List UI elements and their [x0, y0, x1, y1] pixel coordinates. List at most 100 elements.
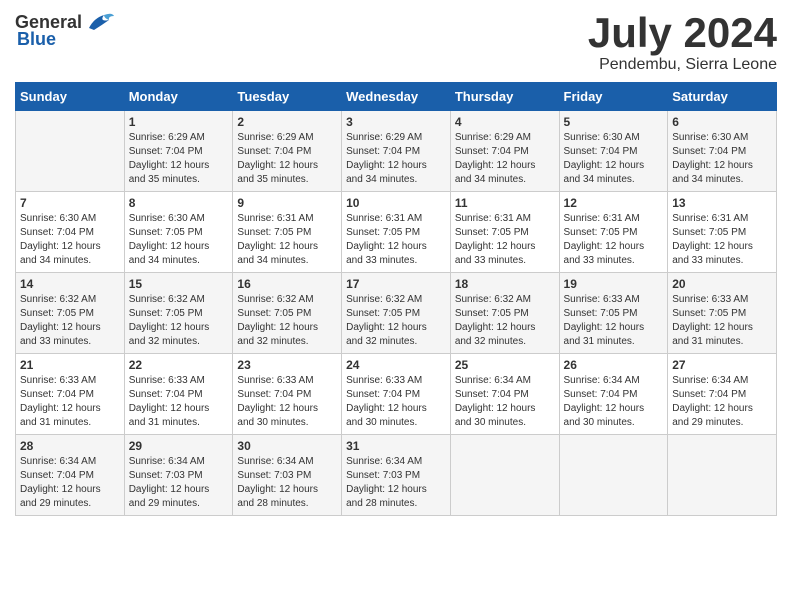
calendar-cell: 16 Sunrise: 6:32 AMSunset: 7:05 PMDayligh… [233, 273, 342, 354]
calendar-cell: 17 Sunrise: 6:32 AMSunset: 7:05 PMDayligh… [342, 273, 451, 354]
calendar-cell: 9 Sunrise: 6:31 AMSunset: 7:05 PMDaylight… [233, 192, 342, 273]
calendar-cell: 30Sunrise: 6:34 AMSunset: 7:03 PMDayligh… [233, 435, 342, 516]
calendar-cell: 18 Sunrise: 6:32 AMSunset: 7:05 PMDayligh… [450, 273, 559, 354]
calendar-cell: 29Sunrise: 6:34 AMSunset: 7:03 PMDayligh… [124, 435, 233, 516]
calendar-cell: 28 Sunrise: 6:34 AMSunset: 7:04 PMDayligh… [16, 435, 125, 516]
day-number: 10 [346, 196, 446, 210]
cell-content: Sunrise: 6:31 AMSunset: 7:05 PMDaylight:… [455, 212, 555, 268]
cell-content: Sunrise: 6:33 AMSunset: 7:05 PMDaylight:… [672, 293, 772, 349]
weekday-header-tuesday: Tuesday [233, 83, 342, 111]
calendar-cell: 7 Sunrise: 6:30 AMSunset: 7:04 PMDaylight… [16, 192, 125, 273]
cell-content: Sunrise: 6:30 AMSunset: 7:05 PMDaylight:… [129, 212, 229, 268]
location: Pendembu, Sierra Leone [588, 56, 777, 74]
calendar-cell: 12 Sunrise: 6:31 AMSunset: 7:05 PMDayligh… [559, 192, 668, 273]
day-number: 4 [455, 115, 555, 129]
cell-content: Sunrise: 6:33 AMSunset: 7:05 PMDaylight:… [564, 293, 664, 349]
cell-content: Sunrise: 6:32 AMSunset: 7:05 PMDaylight:… [455, 293, 555, 349]
calendar-week-row: 14 Sunrise: 6:32 AMSunset: 7:05 PMDayligh… [16, 273, 777, 354]
weekday-header-friday: Friday [559, 83, 668, 111]
calendar-cell: 13 Sunrise: 6:31 AMSunset: 7:05 PMDayligh… [668, 192, 777, 273]
logo-bird-icon [84, 10, 114, 35]
calendar-cell: 25 Sunrise: 6:34 AMSunset: 7:04 PMDayligh… [450, 354, 559, 435]
cell-content: Sunrise: 6:30 AMSunset: 7:04 PMDaylight:… [672, 131, 772, 187]
cell-content: Sunrise: 6:32 AMSunset: 7:05 PMDaylight:… [237, 293, 337, 349]
day-number: 11 [455, 196, 555, 210]
calendar-cell: 8 Sunrise: 6:30 AMSunset: 7:05 PMDaylight… [124, 192, 233, 273]
calendar-cell: 23 Sunrise: 6:33 AMSunset: 7:04 PMDayligh… [233, 354, 342, 435]
cell-content: Sunrise: 6:34 AMSunset: 7:04 PMDaylight:… [20, 455, 120, 511]
calendar-cell: 3 Sunrise: 6:29 AMSunset: 7:04 PMDaylight… [342, 111, 451, 192]
calendar-cell: 6Sunrise: 6:30 AMSunset: 7:04 PMDaylight… [668, 111, 777, 192]
cell-content: Sunrise: 6:29 AMSunset: 7:04 PMDaylight:… [455, 131, 555, 187]
day-number: 13 [672, 196, 772, 210]
weekday-header-monday: Monday [124, 83, 233, 111]
day-number: 17 [346, 277, 446, 291]
cell-content: Sunrise: 6:34 AMSunset: 7:03 PMDaylight:… [346, 455, 446, 511]
calendar-table: SundayMondayTuesdayWednesdayThursdayFrid… [15, 82, 777, 516]
day-number: 1 [129, 115, 229, 129]
day-number: 8 [129, 196, 229, 210]
cell-content: Sunrise: 6:32 AMSunset: 7:05 PMDaylight:… [346, 293, 446, 349]
calendar-cell: 26Sunrise: 6:34 AMSunset: 7:04 PMDayligh… [559, 354, 668, 435]
weekday-header-sunday: Sunday [16, 83, 125, 111]
day-number: 9 [237, 196, 337, 210]
cell-content: Sunrise: 6:29 AMSunset: 7:04 PMDaylight:… [237, 131, 337, 187]
cell-content: Sunrise: 6:32 AMSunset: 7:05 PMDaylight:… [20, 293, 120, 349]
cell-content: Sunrise: 6:33 AMSunset: 7:04 PMDaylight:… [346, 374, 446, 430]
day-number: 31 [346, 439, 446, 453]
calendar-week-row: 28 Sunrise: 6:34 AMSunset: 7:04 PMDayligh… [16, 435, 777, 516]
day-number: 30 [237, 439, 337, 453]
calendar-cell: 20 Sunrise: 6:33 AMSunset: 7:05 PMDayligh… [668, 273, 777, 354]
page-header: General Blue July 2024 Pendembu, Sierra … [15, 10, 777, 74]
calendar-cell: 14 Sunrise: 6:32 AMSunset: 7:05 PMDayligh… [16, 273, 125, 354]
calendar-cell [16, 111, 125, 192]
calendar-week-row: 21Sunrise: 6:33 AMSunset: 7:04 PMDayligh… [16, 354, 777, 435]
cell-content: Sunrise: 6:32 AMSunset: 7:05 PMDaylight:… [129, 293, 229, 349]
day-number: 19 [564, 277, 664, 291]
day-number: 22 [129, 358, 229, 372]
logo-blue-text: Blue [17, 29, 56, 50]
cell-content: Sunrise: 6:34 AMSunset: 7:04 PMDaylight:… [455, 374, 555, 430]
day-number: 7 [20, 196, 120, 210]
calendar-cell: 24 Sunrise: 6:33 AMSunset: 7:04 PMDayligh… [342, 354, 451, 435]
calendar-cell: 5Sunrise: 6:30 AMSunset: 7:04 PMDaylight… [559, 111, 668, 192]
day-number: 14 [20, 277, 120, 291]
cell-content: Sunrise: 6:34 AMSunset: 7:03 PMDaylight:… [129, 455, 229, 511]
day-number: 25 [455, 358, 555, 372]
cell-content: Sunrise: 6:30 AMSunset: 7:04 PMDaylight:… [20, 212, 120, 268]
calendar-cell: 31 Sunrise: 6:34 AMSunset: 7:03 PMDayligh… [342, 435, 451, 516]
day-number: 12 [564, 196, 664, 210]
cell-content: Sunrise: 6:33 AMSunset: 7:04 PMDaylight:… [129, 374, 229, 430]
day-number: 3 [346, 115, 446, 129]
cell-content: Sunrise: 6:31 AMSunset: 7:05 PMDaylight:… [672, 212, 772, 268]
calendar-cell: 19 Sunrise: 6:33 AMSunset: 7:05 PMDayligh… [559, 273, 668, 354]
cell-content: Sunrise: 6:30 AMSunset: 7:04 PMDaylight:… [564, 131, 664, 187]
month-title: July 2024 [588, 10, 777, 56]
cell-content: Sunrise: 6:33 AMSunset: 7:04 PMDaylight:… [20, 374, 120, 430]
day-number: 27 [672, 358, 772, 372]
calendar-cell: 1 Sunrise: 6:29 AMSunset: 7:04 PMDaylight… [124, 111, 233, 192]
weekday-header-row: SundayMondayTuesdayWednesdayThursdayFrid… [16, 83, 777, 111]
day-number: 26 [564, 358, 664, 372]
day-number: 15 [129, 277, 229, 291]
day-number: 28 [20, 439, 120, 453]
calendar-week-row: 1 Sunrise: 6:29 AMSunset: 7:04 PMDaylight… [16, 111, 777, 192]
day-number: 16 [237, 277, 337, 291]
day-number: 23 [237, 358, 337, 372]
title-area: July 2024 Pendembu, Sierra Leone [588, 10, 777, 74]
cell-content: Sunrise: 6:33 AMSunset: 7:04 PMDaylight:… [237, 374, 337, 430]
cell-content: Sunrise: 6:29 AMSunset: 7:04 PMDaylight:… [129, 131, 229, 187]
calendar-week-row: 7 Sunrise: 6:30 AMSunset: 7:04 PMDaylight… [16, 192, 777, 273]
logo: General Blue [15, 10, 114, 50]
calendar-cell: 22 Sunrise: 6:33 AMSunset: 7:04 PMDayligh… [124, 354, 233, 435]
day-number: 20 [672, 277, 772, 291]
cell-content: Sunrise: 6:31 AMSunset: 7:05 PMDaylight:… [237, 212, 337, 268]
weekday-header-wednesday: Wednesday [342, 83, 451, 111]
cell-content: Sunrise: 6:31 AMSunset: 7:05 PMDaylight:… [564, 212, 664, 268]
cell-content: Sunrise: 6:29 AMSunset: 7:04 PMDaylight:… [346, 131, 446, 187]
day-number: 24 [346, 358, 446, 372]
calendar-cell: 10Sunrise: 6:31 AMSunset: 7:05 PMDayligh… [342, 192, 451, 273]
calendar-cell: 21Sunrise: 6:33 AMSunset: 7:04 PMDayligh… [16, 354, 125, 435]
cell-content: Sunrise: 6:34 AMSunset: 7:04 PMDaylight:… [672, 374, 772, 430]
day-number: 18 [455, 277, 555, 291]
